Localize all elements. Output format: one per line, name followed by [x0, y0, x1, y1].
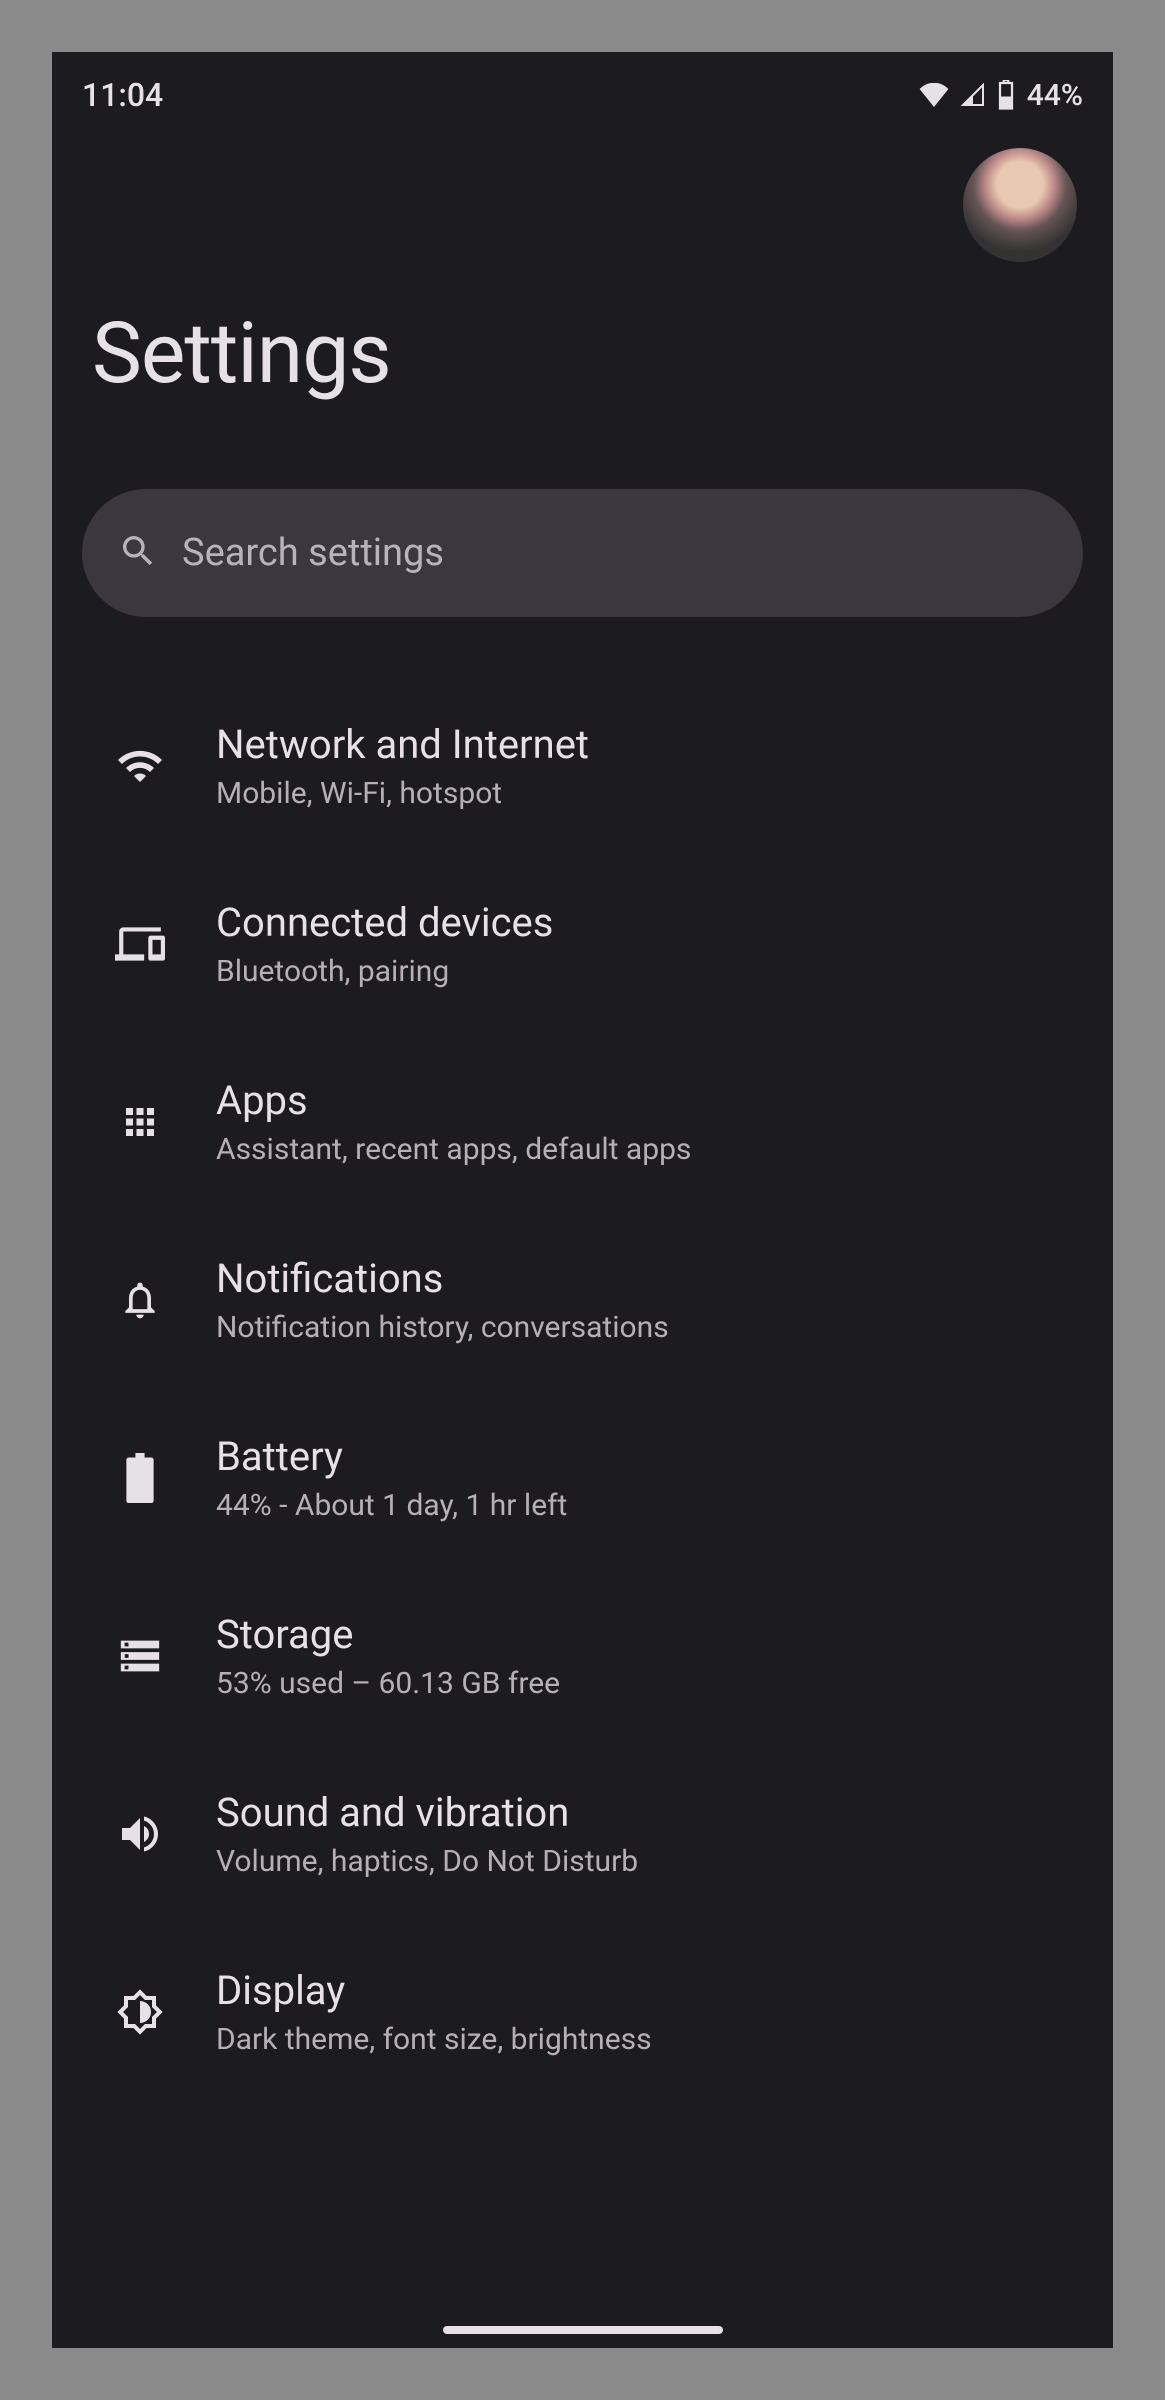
item-subtitle: 53% used – 60.13 GB free — [216, 1666, 560, 1701]
storage-icon — [112, 1628, 168, 1684]
item-subtitle: Bluetooth, pairing — [216, 954, 553, 989]
volume-icon — [112, 1806, 168, 1862]
search-placeholder: Search settings — [182, 531, 444, 575]
battery-percent: 44% — [1027, 78, 1083, 113]
item-title: Apps — [216, 1077, 691, 1124]
item-sound-vibration[interactable]: Sound and vibration Volume, haptics, Do … — [52, 1745, 1113, 1923]
item-subtitle: Notification history, conversations — [216, 1310, 669, 1345]
item-display[interactable]: Display Dark theme, font size, brightnes… — [52, 1923, 1113, 2101]
item-connected-devices[interactable]: Connected devices Bluetooth, pairing — [52, 855, 1113, 1033]
item-title: Notifications — [216, 1255, 669, 1302]
item-title: Display — [216, 1967, 652, 2014]
item-subtitle: Assistant, recent apps, default apps — [216, 1132, 691, 1167]
apps-icon — [112, 1094, 168, 1150]
item-title: Sound and vibration — [216, 1789, 638, 1836]
wifi-status-icon — [919, 83, 949, 107]
settings-screen: 11:04 44% Settings Search settings — [52, 52, 1113, 2348]
wifi-icon — [112, 738, 168, 794]
status-right: 44% — [919, 78, 1083, 113]
page-title: Settings — [92, 304, 1073, 403]
item-battery[interactable]: Battery 44% - About 1 day, 1 hr left — [52, 1389, 1113, 1567]
bell-icon — [112, 1272, 168, 1328]
item-title: Battery — [216, 1433, 567, 1480]
item-notifications[interactable]: Notifications Notification history, conv… — [52, 1211, 1113, 1389]
item-title: Storage — [216, 1611, 560, 1658]
status-bar: 11:04 44% — [52, 52, 1113, 124]
item-storage[interactable]: Storage 53% used – 60.13 GB free — [52, 1567, 1113, 1745]
settings-list: Network and Internet Mobile, Wi-Fi, hots… — [52, 617, 1113, 2101]
status-time: 11:04 — [82, 76, 163, 114]
item-network-internet[interactable]: Network and Internet Mobile, Wi-Fi, hots… — [52, 677, 1113, 855]
cell-signal-icon — [959, 83, 987, 107]
profile-avatar[interactable] — [963, 148, 1077, 262]
search-settings[interactable]: Search settings — [82, 489, 1083, 617]
item-subtitle: Volume, haptics, Do Not Disturb — [216, 1844, 638, 1879]
search-icon — [118, 531, 158, 575]
battery-icon — [112, 1450, 168, 1506]
battery-status-icon — [997, 80, 1015, 110]
item-title: Connected devices — [216, 899, 553, 946]
header: Settings — [52, 124, 1113, 403]
devices-icon — [112, 916, 168, 972]
brightness-icon — [112, 1984, 168, 2040]
item-subtitle: Dark theme, font size, brightness — [216, 2022, 652, 2057]
item-subtitle: 44% - About 1 day, 1 hr left — [216, 1488, 567, 1523]
item-title: Network and Internet — [216, 721, 589, 768]
gesture-nav-indicator[interactable] — [443, 2326, 723, 2334]
item-apps[interactable]: Apps Assistant, recent apps, default app… — [52, 1033, 1113, 1211]
item-subtitle: Mobile, Wi-Fi, hotspot — [216, 776, 589, 811]
